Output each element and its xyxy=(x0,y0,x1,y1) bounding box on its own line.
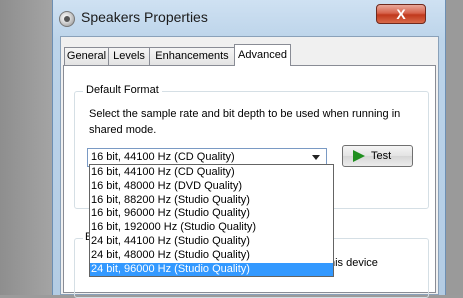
format-option[interactable]: 16 bit, 44100 Hz (CD Quality) xyxy=(90,166,333,180)
desktop-background-right xyxy=(446,0,463,295)
format-dropdown-list[interactable]: 16 bit, 44100 Hz (CD Quality) 16 bit, 48… xyxy=(89,164,334,277)
chevron-down-icon xyxy=(312,155,320,160)
desktop-background-left xyxy=(0,0,52,295)
title-bar[interactable]: Speakers Properties X xyxy=(53,0,445,36)
format-option[interactable]: 24 bit, 48000 Hz (Studio Quality) xyxy=(90,249,333,263)
tab-advanced[interactable]: Advanced xyxy=(234,44,291,66)
default-format-description: Select the sample rate and bit depth to … xyxy=(89,108,401,136)
test-button-label: Test xyxy=(371,150,392,162)
close-button[interactable]: X xyxy=(376,4,426,24)
window-title: Speakers Properties xyxy=(81,9,208,25)
exclusive-mode-text: his device xyxy=(329,257,378,269)
test-button[interactable]: Test xyxy=(342,145,413,167)
format-option[interactable]: 16 bit, 192000 Hz (Studio Quality) xyxy=(90,221,333,235)
tab-general[interactable]: General xyxy=(64,47,109,65)
format-option[interactable]: 24 bit, 44100 Hz (Studio Quality) xyxy=(90,235,333,249)
speaker-icon xyxy=(59,11,75,27)
format-option-highlighted[interactable]: 24 bit, 96000 Hz (Studio Quality) xyxy=(90,262,333,277)
tab-enhancements[interactable]: Enhancements xyxy=(149,47,235,65)
format-option[interactable]: 16 bit, 48000 Hz (DVD Quality) xyxy=(90,180,333,194)
format-select-value: 16 bit, 44100 Hz (CD Quality) xyxy=(91,151,235,163)
tab-levels[interactable]: Levels xyxy=(108,47,150,65)
play-icon xyxy=(353,150,365,162)
format-option[interactable]: 16 bit, 96000 Hz (Studio Quality) xyxy=(90,207,333,221)
format-option[interactable]: 16 bit, 88200 Hz (Studio Quality) xyxy=(90,194,333,208)
default-format-title: Default Format xyxy=(83,84,162,96)
